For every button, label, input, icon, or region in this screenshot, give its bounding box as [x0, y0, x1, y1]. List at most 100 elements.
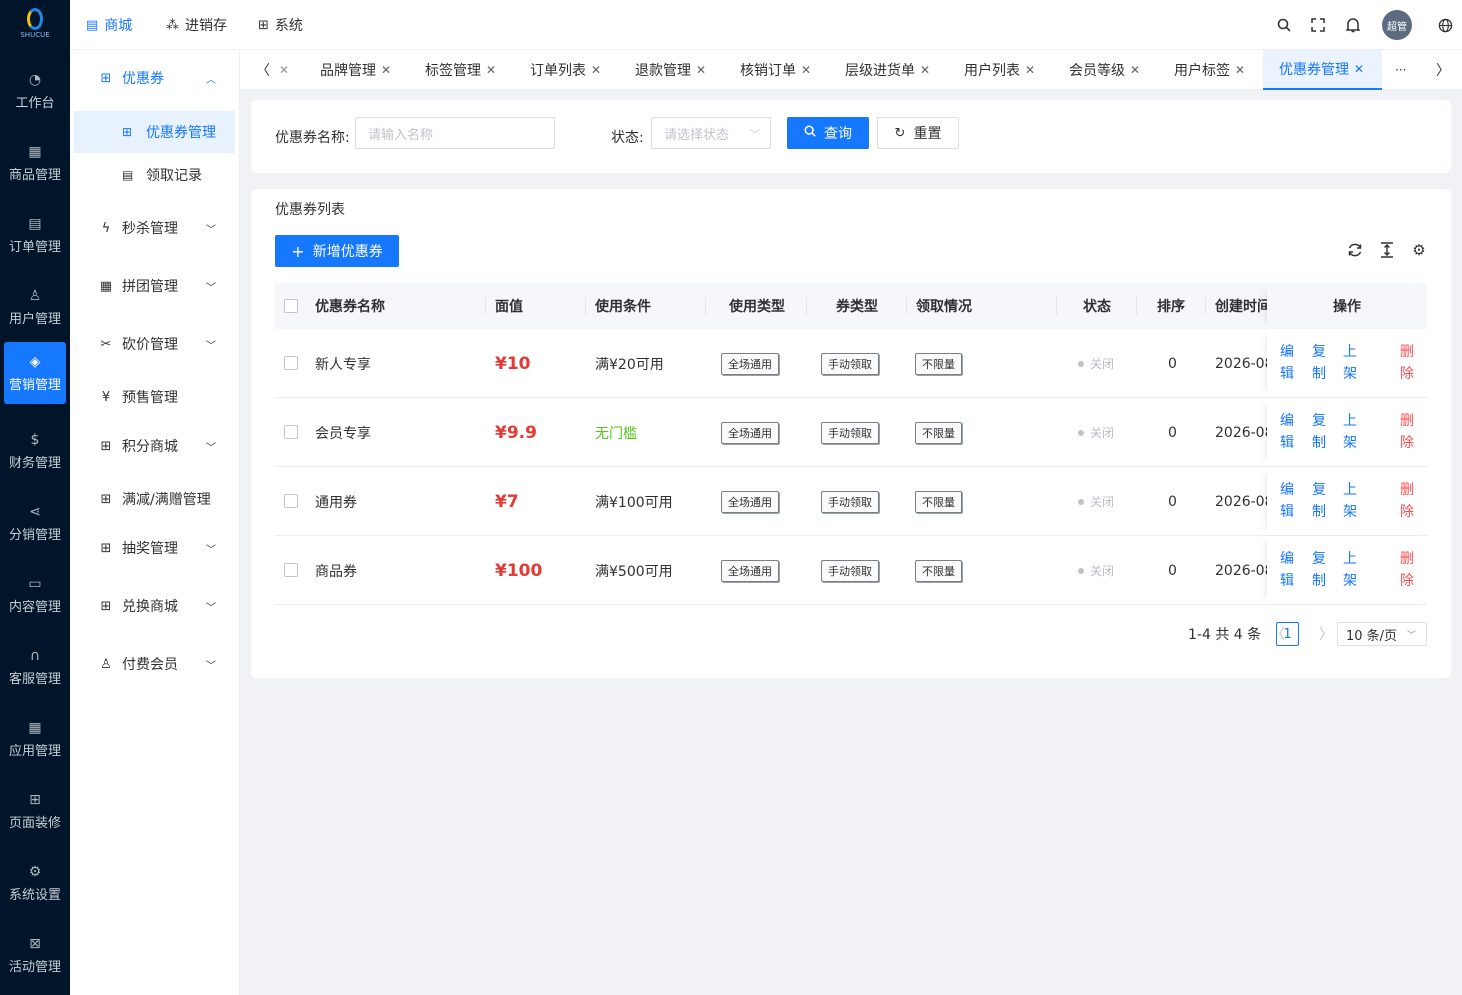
- search-card: 优惠券名称: 请输入名称 状态: 请选择状态 ﹀ 查询 ↻ 重置: [251, 100, 1451, 173]
- coupon-condition: 满¥100可用: [595, 494, 673, 511]
- tab-verify-orders[interactable]: 核销订单 ✕: [740, 50, 811, 90]
- nav-item-marketing[interactable]: ◈ 营销管理: [4, 342, 66, 404]
- tab-scroll-left-icon[interactable]: 〈: [256, 50, 270, 90]
- edit-button[interactable]: 编辑: [1280, 341, 1294, 385]
- subnav-item-group-buy[interactable]: ▦ 拼团管理 ﹀: [70, 264, 240, 308]
- row-checkbox[interactable]: [284, 356, 298, 370]
- tab-brand[interactable]: 品牌管理 ✕: [320, 50, 391, 90]
- share-icon: ⋖: [29, 503, 41, 520]
- copy-button[interactable]: 复制: [1312, 479, 1326, 523]
- nav-item-content[interactable]: ▭ 内容管理: [4, 564, 66, 626]
- tab-more-icon[interactable]: ···: [1395, 50, 1406, 90]
- nav-item-orders[interactable]: ▤ 订单管理: [4, 204, 66, 266]
- reset-icon: ↻: [894, 125, 906, 141]
- tab-label: 核销订单: [740, 63, 796, 79]
- publish-button[interactable]: 上架: [1343, 341, 1357, 385]
- close-icon[interactable]: ✕: [1354, 62, 1364, 76]
- publish-button[interactable]: 上架: [1343, 548, 1357, 592]
- close-icon[interactable]: ✕: [381, 63, 391, 77]
- logo[interactable]: SHUCUE: [0, 0, 70, 50]
- close-icon[interactable]: ✕: [1130, 63, 1140, 77]
- tab-users[interactable]: 用户列表 ✕: [964, 50, 1035, 90]
- subnav-item-flash-sale[interactable]: ϟ 秒杀管理 ﹀: [70, 206, 240, 250]
- bell-icon[interactable]: [1343, 15, 1363, 35]
- nav-label: 工作台: [15, 95, 55, 111]
- select-all-checkbox[interactable]: [284, 299, 298, 313]
- globe-icon[interactable]: [1435, 15, 1455, 35]
- subnav-item-claim-records[interactable]: ▤ 领取记录: [74, 154, 235, 196]
- close-icon[interactable]: ✕: [591, 63, 601, 77]
- tab-orders[interactable]: 订单列表 ✕: [530, 50, 601, 90]
- tab-refunds[interactable]: 退款管理 ✕: [635, 50, 706, 90]
- tab-scroll-right-icon[interactable]: 〉: [1436, 50, 1450, 90]
- subnav-item-bargain[interactable]: ✂ 砍价管理 ﹀: [70, 322, 240, 366]
- edit-button[interactable]: 编辑: [1280, 410, 1294, 454]
- row-checkbox[interactable]: [284, 563, 298, 577]
- nav-item-service[interactable]: ∩ 客服管理: [4, 636, 66, 698]
- close-icon[interactable]: ✕: [801, 63, 811, 77]
- subnav-item-coupon-management[interactable]: ⊞ 优惠券管理: [74, 111, 235, 153]
- publish-button[interactable]: 上架: [1343, 410, 1357, 454]
- delete-button[interactable]: 删除: [1400, 479, 1414, 523]
- nav-item-decoration[interactable]: ⊞ 页面装修: [4, 780, 66, 842]
- close-icon[interactable]: ✕: [696, 63, 706, 77]
- page-size-select[interactable]: 10 条/页 ﹀: [1337, 622, 1427, 646]
- delete-button[interactable]: 删除: [1400, 341, 1414, 385]
- row-checkbox[interactable]: [284, 494, 298, 508]
- close-icon[interactable]: ✕: [1025, 63, 1035, 77]
- nav-item-apps[interactable]: ▦ 应用管理: [4, 708, 66, 770]
- delete-button[interactable]: 删除: [1400, 548, 1414, 592]
- copy-button[interactable]: 复制: [1312, 410, 1326, 454]
- close-icon[interactable]: ✕: [486, 63, 496, 77]
- subnav-item-presale[interactable]: ¥ 预售管理: [70, 375, 240, 419]
- edit-button[interactable]: 编辑: [1280, 479, 1294, 523]
- tab-user-tags[interactable]: 用户标签 ✕: [1174, 50, 1245, 90]
- subnav-item-lottery[interactable]: ⊞ 抽奖管理 ﹀: [70, 526, 240, 570]
- nav-item-distribution[interactable]: ⋖ 分销管理: [4, 492, 66, 554]
- status-select[interactable]: 请选择状态 ﹀: [651, 117, 771, 149]
- tab-coupon-management[interactable]: 优惠券管理 ✕: [1263, 50, 1382, 90]
- row-checkbox[interactable]: [284, 425, 298, 439]
- fullscreen-icon[interactable]: [1308, 15, 1328, 35]
- subnav-item-paid-member[interactable]: ♙ 付费会员 ﹀: [70, 642, 240, 686]
- search-icon[interactable]: [1274, 15, 1294, 35]
- tab-close-icon[interactable]: ✕: [279, 50, 289, 90]
- top-menu-inventory[interactable]: ⁂ 进销存: [166, 0, 227, 50]
- nav-item-products[interactable]: ▦ 商品管理: [4, 132, 66, 194]
- edit-button[interactable]: 编辑: [1280, 548, 1294, 592]
- nav-item-finance[interactable]: $ 财务管理: [4, 420, 66, 482]
- subnav-item-points-mall[interactable]: ⊞ 积分商城 ﹀: [70, 424, 240, 468]
- tab-member-levels[interactable]: 会员等级 ✕: [1069, 50, 1140, 90]
- settings-gear-icon[interactable]: ⚙: [1409, 240, 1429, 260]
- delete-button[interactable]: 删除: [1400, 410, 1414, 454]
- close-icon[interactable]: ✕: [1235, 63, 1245, 77]
- publish-button[interactable]: 上架: [1343, 479, 1357, 523]
- nav-item-dashboard[interactable]: ◔ 工作台: [4, 60, 66, 122]
- tab-tags[interactable]: 标签管理 ✕: [425, 50, 496, 90]
- column-height-icon[interactable]: [1377, 240, 1397, 260]
- page-current[interactable]: 1: [1276, 622, 1299, 646]
- copy-button[interactable]: 复制: [1312, 341, 1326, 385]
- top-menu-system[interactable]: ⊞ 系统: [258, 0, 303, 50]
- nav-item-activity[interactable]: ⊠ 活动管理: [4, 924, 66, 986]
- copy-button[interactable]: 复制: [1312, 548, 1326, 592]
- subnav-group-coupon[interactable]: ⊞ 优惠券 ︿: [70, 56, 240, 100]
- nav-item-users[interactable]: ♙ 用户管理: [4, 276, 66, 338]
- coupon-type-tag: 手动领取: [821, 559, 879, 582]
- next-page-button[interactable]: 〉: [1319, 622, 1333, 646]
- close-icon[interactable]: ✕: [920, 63, 930, 77]
- query-button[interactable]: 查询: [787, 117, 869, 149]
- subnav-item-exchange-mall[interactable]: ⊞ 兑换商城 ﹀: [70, 584, 240, 628]
- top-menu-store[interactable]: ▤ 商城: [86, 0, 132, 50]
- claim-tag: 不限量: [915, 421, 962, 444]
- use-type-tag: 全场通用: [721, 490, 779, 513]
- tab-label: 用户列表: [964, 63, 1020, 79]
- coupon-name-input[interactable]: 请输入名称: [355, 117, 555, 149]
- avatar[interactable]: 超管: [1382, 10, 1412, 40]
- subnav-item-full-reduction[interactable]: ⊞ 满减/满赠管理: [70, 477, 240, 521]
- refresh-icon[interactable]: [1345, 240, 1365, 260]
- reset-button[interactable]: ↻ 重置: [877, 117, 959, 149]
- add-coupon-button[interactable]: + 新增优惠券: [275, 235, 399, 267]
- tab-level-purchase[interactable]: 层级进货单 ✕: [845, 50, 930, 90]
- nav-item-settings[interactable]: ⚙ 系统设置: [4, 852, 66, 914]
